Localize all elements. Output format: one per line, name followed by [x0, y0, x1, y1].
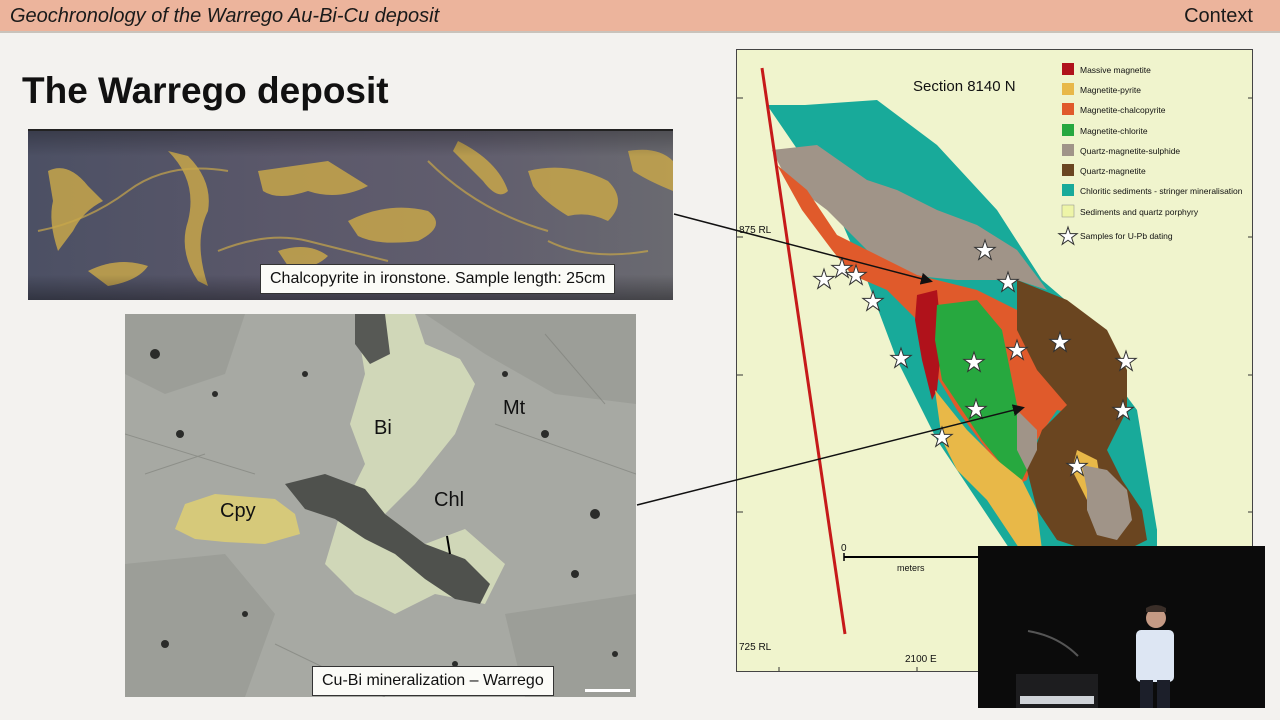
legend-label-samples: Samples for U-Pb dating: [1080, 231, 1173, 241]
legend-label-quartz-magnetite-sulphide: Quartz-magnetite-sulphide: [1080, 146, 1180, 156]
rl-top-label: 875 RL: [739, 225, 772, 236]
legend-label-magnetite-pyrite: Magnetite-pyrite: [1080, 85, 1141, 95]
label-chl: Chl: [434, 489, 465, 511]
core-photo-caption: Chalcopyrite in ironstone. Sample length…: [260, 264, 616, 294]
rl-bottom-label: 725 RL: [739, 642, 772, 653]
section-title: Section 8140 N: [913, 78, 1016, 95]
label-bi: Bi: [374, 417, 392, 439]
legend-label-massive-magnetite: Massive magnetite: [1080, 65, 1151, 75]
legend-swatch-magnetite-chalcopyrite: [1062, 103, 1074, 115]
legend-swatch-massive-magnetite: [1062, 63, 1074, 75]
legend-swatch-quartz-magnetite-sulphide: [1062, 144, 1074, 156]
legend-label-magnetite-chlorite: Magnetite-chlorite: [1080, 126, 1148, 136]
legend: Massive magnetite Magnetite-pyrite Magne…: [1057, 63, 1243, 246]
micrograph-caption: Cu-Bi mineralization – Warrego: [312, 666, 554, 696]
scale-unit-label: meters: [897, 563, 925, 573]
micrograph-drawing: [125, 314, 636, 697]
micrograph-image: Cpy Bi Mt Chl: [125, 314, 636, 697]
slide-header-bar: Geochronology of the Warrego Au-Bi-Cu de…: [0, 0, 1280, 33]
speaker-video-inset: [978, 546, 1265, 708]
label-cpy: Cpy: [220, 500, 256, 522]
legend-swatch-magnetite-pyrite: [1062, 83, 1074, 95]
legend-label-sediments-porphyry: Sediments and quartz porphyry: [1080, 207, 1199, 217]
legend-label-quartz-magnetite: Quartz-magnetite: [1080, 166, 1146, 176]
legend-swatch-chloritic-sediments: [1062, 184, 1074, 196]
speaker-video-frame: [978, 546, 1265, 708]
section-label: Context: [1184, 5, 1253, 27]
legend-swatch-quartz-magnetite: [1062, 164, 1074, 176]
legend-swatch-magnetite-chlorite: [1062, 124, 1074, 136]
slide-heading: The Warrego deposit: [22, 70, 389, 111]
star-icon: [1057, 225, 1079, 246]
presentation-title: Geochronology of the Warrego Au-Bi-Cu de…: [10, 5, 440, 27]
legend-label-chloritic-sediments: Chloritic sediments - stringer mineralis…: [1080, 186, 1243, 196]
scale-zero-label: 0: [841, 543, 847, 554]
legend-swatch-sediments-porphyry: [1061, 204, 1075, 218]
easting-label: 2100 E: [905, 654, 937, 665]
legend-label-magnetite-chalcopyrite: Magnetite-chalcopyrite: [1080, 105, 1166, 115]
label-mt: Mt: [503, 397, 526, 419]
